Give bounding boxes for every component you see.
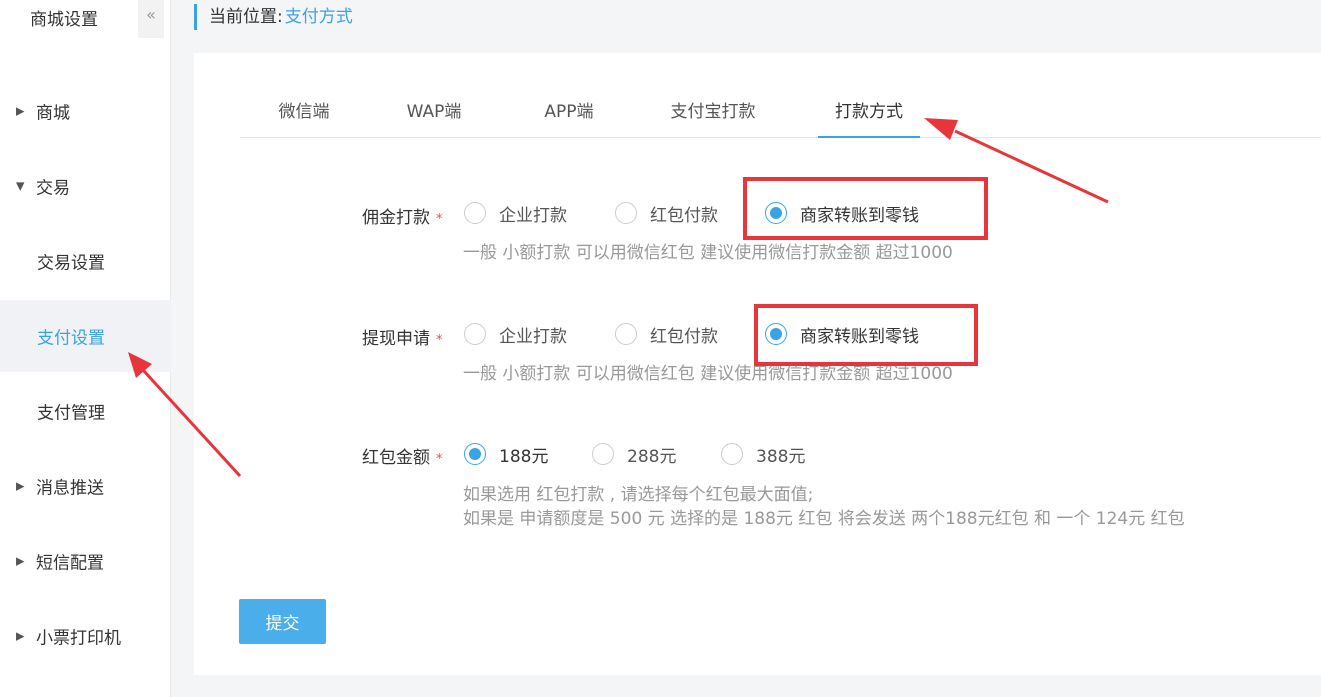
radio-circle	[721, 443, 743, 465]
sidebar-item-receipt-printer[interactable]: ▶ 小票打印机	[0, 600, 171, 672]
caret-right-icon: ▶	[16, 554, 25, 568]
required-mark: *	[436, 212, 443, 227]
radio-circle	[615, 202, 637, 224]
tab-app[interactable]: APP端	[527, 97, 611, 138]
radio-circle	[592, 443, 614, 465]
sidebar-item-label: 商城	[36, 103, 70, 124]
tab-bar: 微信端 WAP端 APP端 支付宝打款 打款方式	[240, 83, 1321, 138]
withdraw-radio-redpacket[interactable]: 红包付款	[615, 321, 718, 347]
radio-label: 288元	[627, 446, 677, 467]
breadcrumb-current[interactable]: 支付方式	[285, 7, 353, 27]
sidebar-item-payment-settings[interactable]: 支付设置	[0, 300, 171, 372]
commission-label-text: 佣金打款	[362, 208, 430, 228]
sidebar-item-message-push[interactable]: ▶ 消息推送	[0, 450, 171, 522]
withdraw-radio-enterprise[interactable]: 企业打款	[464, 321, 567, 347]
redpacket-radio-388[interactable]: 388元	[721, 441, 805, 467]
redpacket-hint-line-2: 如果是 申请额度是 500 元 选择的是 188元 红包 将会发送 两个188元…	[463, 509, 1185, 529]
radio-circle	[615, 323, 637, 345]
tab-alipay-payout[interactable]: 支付宝打款	[658, 97, 768, 138]
tab-payout-method[interactable]: 打款方式	[818, 97, 920, 138]
commission-hint: 一般 小额打款 可以用微信红包 建议使用微信打款金额 超过1000	[463, 243, 953, 263]
commission-label: 佣金打款 *	[362, 203, 443, 228]
radio-circle	[464, 323, 486, 345]
sidebar-item-trade-settings[interactable]: 交易设置	[0, 225, 171, 297]
sidebar: 商城设置 « ▶ 商城 ▼ 交易 交易设置 支付设置 支付管理 ▶ 消息推送 ▶…	[0, 0, 171, 697]
sidebar-item-label: 支付管理	[37, 403, 105, 424]
collapse-icon[interactable]: «	[138, 0, 164, 38]
radio-circle	[464, 202, 486, 224]
annotation-highlight-box	[754, 304, 978, 366]
commission-radio-redpacket[interactable]: 红包付款	[615, 200, 718, 226]
breadcrumb-prefix: 当前位置:	[209, 7, 283, 27]
tab-wap[interactable]: WAP端	[392, 97, 476, 138]
caret-right-icon: ▶	[16, 479, 25, 493]
caret-down-icon: ▼	[16, 179, 25, 193]
radio-label: 188元	[499, 446, 549, 467]
commission-radio-enterprise[interactable]: 企业打款	[464, 200, 567, 226]
caret-right-icon: ▶	[16, 629, 25, 643]
radio-circle	[464, 443, 486, 465]
radio-label: 企业打款	[499, 205, 567, 226]
redpacket-amount-label-text: 红包金额	[362, 448, 430, 468]
sidebar-item-label: 小票打印机	[36, 628, 121, 649]
annotation-highlight-box	[743, 177, 988, 240]
radio-label: 企业打款	[499, 326, 567, 347]
sidebar-header: 商城设置 «	[0, 0, 171, 38]
withdraw-label-text: 提现申请	[362, 329, 430, 349]
sidebar-item-label: 交易设置	[37, 253, 105, 274]
withdraw-label: 提现申请 *	[362, 324, 443, 349]
radio-label: 红包付款	[650, 326, 718, 347]
sidebar-item-sms-config[interactable]: ▶ 短信配置	[0, 525, 171, 597]
redpacket-amount-label: 红包金额 *	[362, 443, 443, 468]
radio-label: 388元	[756, 446, 806, 467]
caret-right-icon: ▶	[16, 104, 25, 118]
radio-label: 红包付款	[650, 205, 718, 226]
sidebar-item-trade[interactable]: ▼ 交易	[0, 150, 171, 222]
redpacket-radio-288[interactable]: 288元	[592, 441, 676, 467]
required-mark: *	[436, 452, 443, 467]
redpacket-radio-188[interactable]: 188元	[464, 441, 548, 467]
sidebar-item-mall[interactable]: ▶ 商城	[0, 75, 171, 147]
submit-button[interactable]: 提交	[239, 599, 326, 644]
breadcrumb: 当前位置: 支付方式	[194, 4, 353, 30]
sidebar-item-label: 消息推送	[36, 478, 104, 499]
tab-wechat[interactable]: 微信端	[262, 97, 346, 138]
sidebar-item-label: 短信配置	[36, 553, 104, 574]
sidebar-item-label: 支付设置	[37, 328, 105, 349]
required-mark: *	[436, 333, 443, 348]
sidebar-title: 商城设置	[30, 10, 98, 30]
redpacket-hint-line-1: 如果选用 红包打款 , 请选择每个红包最大面值;	[463, 485, 814, 505]
sidebar-item-label: 交易	[36, 178, 70, 199]
sidebar-item-payment-management[interactable]: 支付管理	[0, 375, 171, 447]
